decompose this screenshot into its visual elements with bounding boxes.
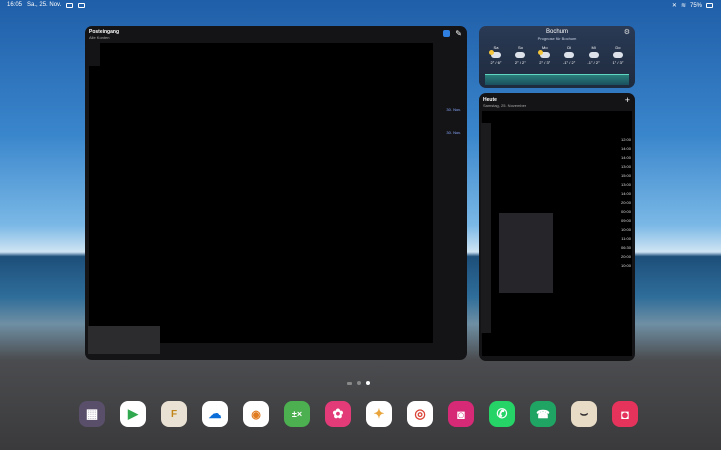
whatsapp-icon[interactable]: ✆ <box>489 401 515 427</box>
forecast-temp: 2° / 2° <box>514 60 526 65</box>
mail-date: 30. Nov. <box>446 107 461 112</box>
flower-icon[interactable]: ✿ <box>325 401 351 427</box>
battery-icon <box>706 3 713 8</box>
calendar-day-rail <box>481 123 491 333</box>
status-bar: 16:05 Sa., 25. Nov. ✕ ≋ 75% <box>0 0 721 11</box>
cloud-icon <box>564 52 575 58</box>
play-store-icon[interactable]: ▶ <box>120 401 146 427</box>
gallery-icon <box>78 2 86 8</box>
forecast-day-label: Mo <box>542 45 548 50</box>
mail-refresh-icon[interactable] <box>443 30 450 37</box>
mute-icon: ✕ <box>671 3 677 9</box>
mail-dates: 30. Nov. 30. Nov. <box>446 98 461 144</box>
forecast-day: Di -1° / 2° <box>558 45 580 65</box>
forecast-temp: -1° / 2° <box>563 60 576 65</box>
status-date: Sa., 25. Nov. <box>27 2 62 8</box>
file-manager-icon[interactable]: F <box>161 401 187 427</box>
forecast-temp: -1° / 2° <box>587 60 600 65</box>
notification-icon <box>66 2 74 8</box>
event-time: 20:00 <box>620 254 631 259</box>
mail-header: Posteingang Alle Konten <box>89 29 119 41</box>
cloud-icon[interactable]: ☁ <box>202 401 228 427</box>
mail-redaction-left <box>89 66 105 326</box>
event-time: 10:00 <box>620 227 631 232</box>
page-dot[interactable] <box>347 381 352 385</box>
folder-icon[interactable]: ▦ <box>79 401 105 427</box>
event-time: 13:00 <box>620 182 631 187</box>
battery-level: 75% <box>689 2 702 9</box>
calendar-widget[interactable]: Heute Samstag, 25. November + 12:00 14:0… <box>479 93 635 361</box>
page-dot[interactable] <box>357 381 361 385</box>
precipitation-chart <box>485 74 629 85</box>
instagram-icon[interactable]: ◙ <box>448 401 474 427</box>
mail-widget[interactable]: Posteingang Alle Konten ✎ 30. Nov. 30. N… <box>85 26 467 360</box>
forecast-day-label: So <box>517 45 523 50</box>
weather-widget[interactable]: Bochum Prognose für Bochum ⚙ Sa 2° / 6° … <box>479 26 635 88</box>
forecast-temp: 2° / 6° <box>490 60 502 65</box>
event-time: 14:00 <box>620 155 631 160</box>
forecast-day-label: Sa <box>493 45 499 50</box>
mail-subtitle: Alle Konten <box>89 35 110 40</box>
event-time: 14:00 <box>620 191 631 196</box>
partly-cloudy-icon <box>489 50 501 58</box>
calendar-subtitle: Samstag, 25. November <box>483 103 527 108</box>
partly-cloudy-icon <box>537 50 550 58</box>
event-time: 20:00 <box>620 200 631 205</box>
chrome-icon[interactable]: ◎ <box>407 401 433 427</box>
weather-city: Bochum <box>545 29 568 35</box>
phone-icon[interactable]: ☎ <box>530 401 556 427</box>
event-time: 09:00 <box>620 218 631 223</box>
event-time: 10:00 <box>620 263 631 268</box>
amazon-icon[interactable]: ⌣ <box>571 401 597 427</box>
cloud-icon <box>612 52 623 58</box>
forecast-temp: 2° / 3° <box>539 60 551 65</box>
calendar-times: 12:00 14:00 14:00 13:00 15:00 13:00 14:0… <box>621 135 631 270</box>
forecast-day-label: Do <box>615 45 621 50</box>
forecast-day: Mi -1° / 2° <box>583 45 605 65</box>
forecast-temp: 1° / 3° <box>612 60 624 65</box>
event-time: 00:00 <box>620 209 631 214</box>
forecast-day: Do 1° / 3° <box>607 45 629 65</box>
calendar-redaction-block <box>499 213 553 293</box>
wifi-icon: ≋ <box>680 3 686 9</box>
status-left: 16:05 Sa., 25. Nov. <box>7 2 86 8</box>
gear-icon[interactable]: ⚙ <box>624 28 630 36</box>
forecast-day: Mo 2° / 3° <box>534 45 556 65</box>
forecast-day-label: Di <box>567 45 572 50</box>
event-time: 12:00 <box>620 137 631 142</box>
camera-icon[interactable]: ◘ <box>612 401 638 427</box>
forecast-day: Sa 2° / 6° <box>485 45 507 65</box>
forecast-day-label: Mi <box>591 45 596 50</box>
mail-list-redacted[interactable] <box>100 43 433 343</box>
compose-icon[interactable]: ✎ <box>455 29 462 38</box>
event-time: 06:30 <box>620 245 631 250</box>
event-time: 14:00 <box>620 146 631 151</box>
calculator-icon[interactable]: ±× <box>284 401 310 427</box>
shield-icon[interactable]: ◉ <box>243 401 269 427</box>
app-dock: ▦ ▶ F ☁ ◉ ±× ✿ ✦ ◎ ◙ ✆ ☎ ⌣ ◘ <box>77 401 643 433</box>
add-event-icon[interactable]: + <box>625 95 630 105</box>
mail-date: 30. Nov. <box>446 130 461 135</box>
page-dot-active[interactable] <box>366 381 370 385</box>
weather-forecast: Sa 2° / 6° So 2° / 2° Mo 2° / 3° Di -1° … <box>485 45 629 65</box>
event-time: 11:00 <box>621 236 631 241</box>
weather-subtitle: Prognose für Bochum <box>537 36 577 41</box>
mail-redaction-block <box>88 326 160 354</box>
pinwheel-icon[interactable]: ✦ <box>366 401 392 427</box>
cloud-icon <box>515 52 526 58</box>
event-time: 15:00 <box>620 173 631 178</box>
status-right: ✕ ≋ 75% <box>672 2 713 9</box>
status-time: 16:05 <box>7 2 23 8</box>
event-time: 13:00 <box>620 164 631 169</box>
forecast-day: So 2° / 2° <box>509 45 531 65</box>
cloud-icon <box>588 52 599 58</box>
page-indicator[interactable] <box>347 381 370 385</box>
